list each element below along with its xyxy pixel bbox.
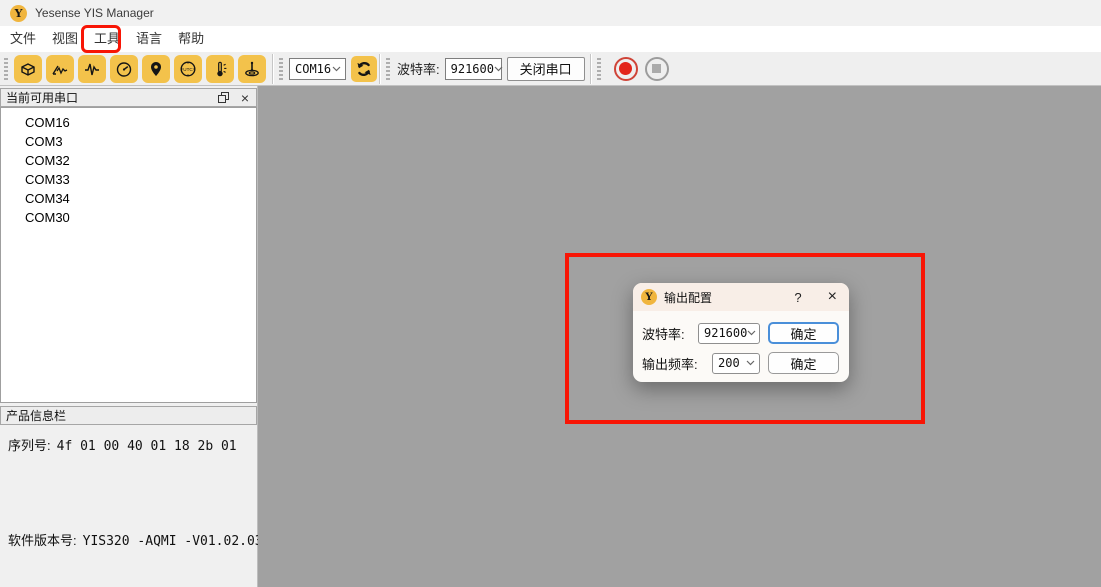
chevron-down-icon — [332, 66, 341, 72]
window-titlebar: Y Yesense YIS Manager — [0, 0, 1101, 26]
dialog-freq-value: 200 — [718, 356, 740, 370]
refresh-icon — [354, 59, 374, 79]
angle-waveform-button[interactable] — [46, 55, 74, 83]
toolbar: UTC COM16 — [0, 52, 1101, 86]
float-panel-icon — [218, 92, 229, 103]
port-list-item[interactable]: COM32 — [1, 151, 256, 170]
baud-rate-label: 波特率: — [397, 59, 440, 78]
left-dock-panel: 当前可用串口 × COM16 COM3 COM32 COM33 COM34 CO… — [0, 86, 258, 587]
svg-text:UTC: UTC — [183, 66, 193, 71]
dialog-freq-row: 输出频率: 200 确定 — [642, 352, 839, 374]
port-list-item[interactable]: COM3 — [1, 132, 256, 151]
toolbar-divider — [272, 54, 273, 84]
stop-icon — [652, 64, 661, 73]
chevron-down-icon — [494, 66, 503, 72]
dialog-close-button[interactable]: × — [828, 289, 837, 305]
toolbar-drag-handle[interactable] — [4, 58, 8, 80]
ports-panel-title: 当前可用串口 — [6, 89, 78, 106]
menu-tools[interactable]: 工具 — [86, 26, 128, 52]
menu-view[interactable]: 视图 — [44, 26, 86, 52]
record-button[interactable] — [614, 57, 638, 81]
toolbar-divider — [590, 54, 591, 84]
dialog-baud-label: 波特率: — [642, 324, 685, 343]
dialog-freq-ok-button[interactable]: 确定 — [768, 352, 839, 374]
thermometer-button[interactable] — [206, 55, 234, 83]
dialog-help-button[interactable]: ? — [794, 290, 801, 305]
software-version-value: YIS320 -AQMI -V01.02.03; — [83, 534, 271, 549]
menu-file[interactable]: 文件 — [2, 26, 44, 52]
waveform-icon — [82, 59, 102, 79]
location-pin-button[interactable] — [142, 55, 170, 83]
toolbar-drag-handle[interactable] — [386, 58, 390, 80]
record-icon — [619, 62, 632, 75]
dialog-baud-value: 921600 — [704, 326, 747, 340]
stop-button[interactable] — [645, 57, 669, 81]
close-serial-button[interactable]: 关闭串口 — [507, 57, 585, 81]
toolbar-divider — [379, 54, 380, 84]
dialog-titlebar: Y 输出配置 ? × — [633, 283, 849, 311]
app-window: Y Yesense YIS Manager 文件 视图 工具 语言 帮助 — [0, 0, 1101, 587]
utc-clock-icon: UTC — [178, 59, 198, 79]
dialog-freq-label: 输出频率: — [642, 354, 698, 373]
utc-clock-button[interactable]: UTC — [174, 55, 202, 83]
attitude-sensor-icon — [242, 59, 262, 79]
menu-help[interactable]: 帮助 — [170, 26, 212, 52]
software-version-label: 软件版本号: — [8, 533, 77, 548]
serial-number-label: 序列号: — [8, 438, 51, 453]
baud-rate-value: 921600 — [451, 62, 494, 76]
chevron-down-icon — [746, 360, 755, 366]
dialog-baud-ok-button[interactable]: 确定 — [768, 322, 839, 344]
info-panel-titlebar: 产品信息栏 — [0, 406, 257, 425]
menu-language[interactable]: 语言 — [128, 26, 170, 52]
refresh-ports-button[interactable] — [351, 56, 377, 82]
gauge-button[interactable] — [110, 55, 138, 83]
dialog-logo-icon: Y — [641, 289, 657, 305]
thermometer-icon — [210, 59, 230, 79]
port-list-item[interactable]: COM30 — [1, 208, 256, 227]
app-logo-icon: Y — [10, 5, 27, 22]
com-port-value: COM16 — [295, 62, 331, 76]
toolbar-drag-handle[interactable] — [279, 58, 283, 80]
menu-bar: 文件 视图 工具 语言 帮助 — [0, 26, 1101, 52]
info-panel-title: 产品信息栏 — [6, 407, 66, 424]
chevron-down-icon — [747, 330, 756, 336]
serial-number-row: 序列号: 4f 01 00 40 01 18 2b 01 — [8, 435, 237, 454]
cube-3d-button[interactable] — [14, 55, 42, 83]
cube-3d-icon — [18, 59, 38, 79]
software-version-row: 软件版本号: YIS320 -AQMI -V01.02.03; — [8, 530, 270, 549]
toolbar-drag-handle[interactable] — [597, 58, 601, 80]
gauge-icon — [114, 59, 134, 79]
ports-list: COM16 COM3 COM32 COM33 COM34 COM30 — [0, 107, 257, 403]
port-list-item[interactable]: COM34 — [1, 189, 256, 208]
baud-rate-select[interactable]: 921600 — [445, 58, 502, 80]
window-title: Yesense YIS Manager — [35, 6, 154, 20]
waveform-button[interactable] — [78, 55, 106, 83]
port-list-item[interactable]: COM33 — [1, 170, 256, 189]
angle-waveform-icon — [50, 59, 70, 79]
location-pin-icon — [146, 59, 166, 79]
attitude-sensor-button[interactable] — [238, 55, 266, 83]
dialog-baud-row: 波特率: 921600 确定 — [642, 322, 839, 344]
dialog-title: 输出配置 — [664, 289, 712, 306]
close-panel-button[interactable]: × — [241, 91, 249, 105]
dialog-baud-select[interactable]: 921600 — [698, 323, 760, 344]
ports-panel-titlebar: 当前可用串口 × — [0, 88, 257, 107]
float-panel-button[interactable] — [218, 92, 229, 103]
main-canvas: Y 输出配置 ? × 波特率: 921600 确定 输出频率: 200 — [258, 86, 1101, 587]
dialog-freq-select[interactable]: 200 — [712, 353, 760, 374]
port-list-item[interactable]: COM16 — [1, 113, 256, 132]
com-port-select[interactable]: COM16 — [289, 58, 346, 80]
output-config-dialog: Y 输出配置 ? × 波特率: 921600 确定 输出频率: 200 — [633, 283, 849, 382]
serial-number-value: 4f 01 00 40 01 18 2b 01 — [57, 439, 237, 454]
